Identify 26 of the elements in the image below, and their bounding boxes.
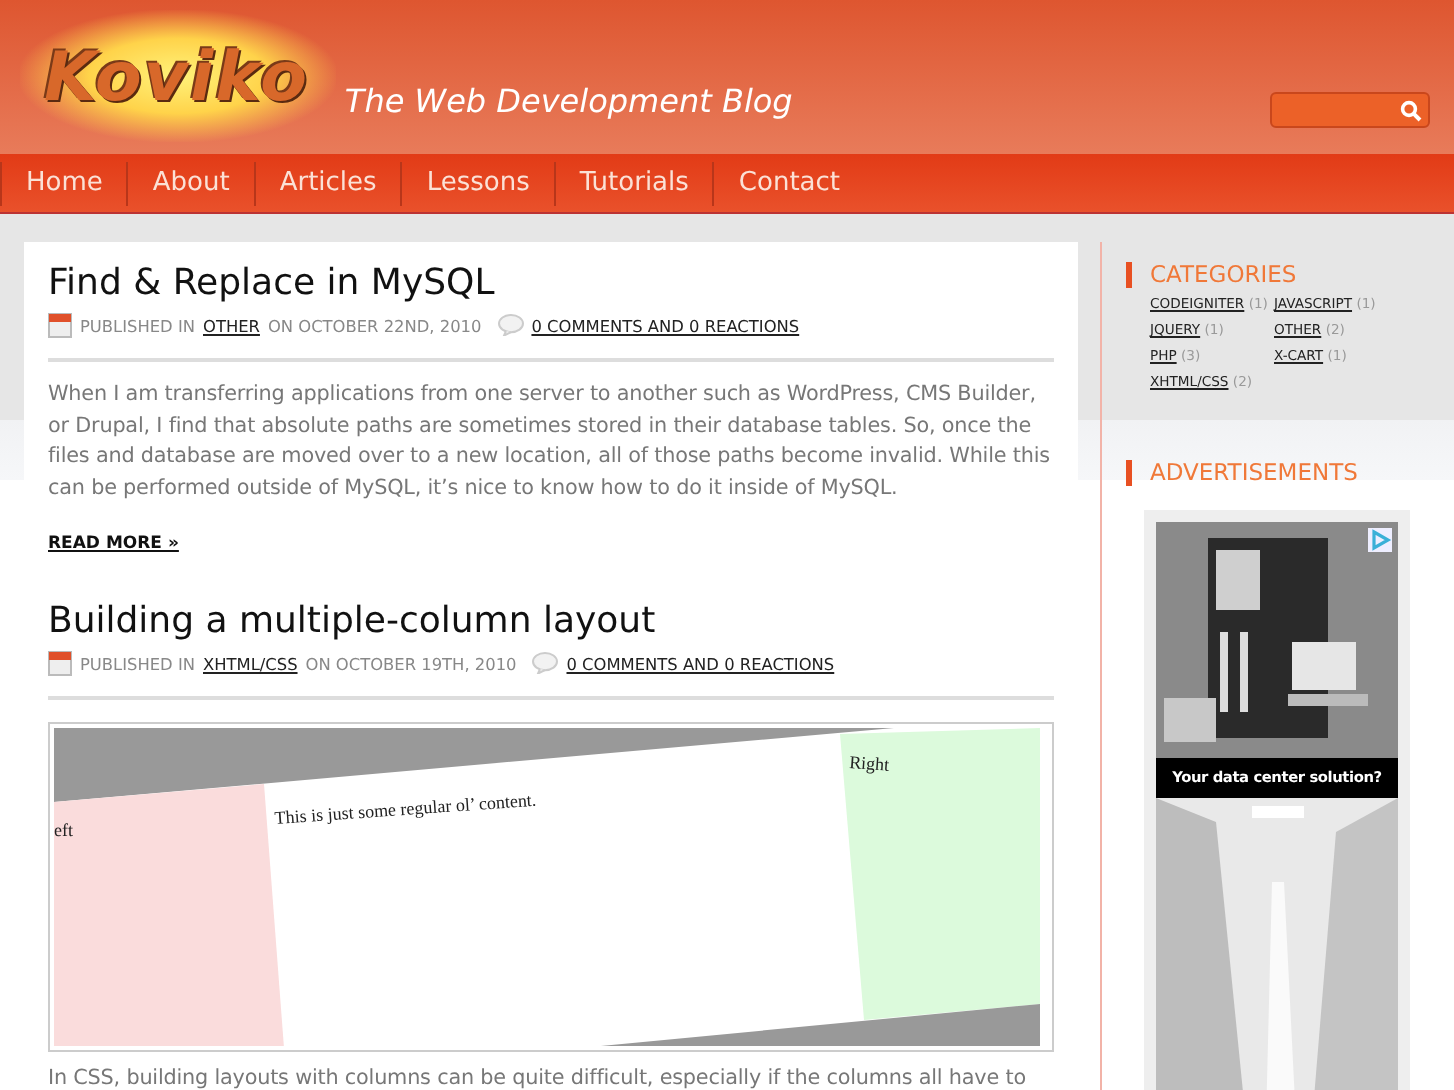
play-triangle-icon[interactable]	[1368, 528, 1392, 552]
content-label: This is just some regular ol’ content.	[274, 789, 537, 828]
widget-heading: CATEGORIES	[1126, 262, 1446, 288]
published-label: PUBLISHED IN	[80, 653, 195, 673]
calendar-icon	[48, 650, 72, 676]
column-label: Right	[848, 752, 890, 775]
site-tagline: The Web Development Blog	[344, 82, 795, 120]
speech-bubble-icon	[532, 652, 559, 674]
read-more-link[interactable]: READ MORE »	[48, 534, 179, 554]
comments-link[interactable]: 0 COMMENTS AND 0 REACTIONS	[531, 315, 800, 335]
post-title[interactable]: Find & Replace in MySQL	[48, 262, 1054, 304]
calendar-icon	[48, 312, 72, 338]
published-label: PUBLISHED IN	[80, 315, 195, 335]
category-link[interactable]: XHTML/CSS	[203, 653, 298, 673]
column-label: eft	[54, 820, 73, 840]
search-icon[interactable]	[1400, 99, 1422, 121]
post-excerpt: When I am transferring applications from one server to another such as WordPress, CMS Builder, or Drupal, I find that absolute paths are sometimes stored in their database tables. So, once the files and database are moved over to a new location, all of those paths become invalid. While this can be performed outside of MySQL, it’s nice to know how to do it inside of MySQL.	[48, 380, 1052, 503]
speech-bubble-icon	[497, 314, 524, 336]
comments-link[interactable]: 0 COMMENTS AND 0 REACTIONS	[566, 653, 835, 673]
post-date: ON OCTOBER 19TH, 2010	[305, 653, 517, 673]
post-excerpt: In CSS, building layouts with columns can be quite difficult, especially if the columns all have to	[48, 1064, 1028, 1090]
widget-heading: ADVERTISEMENTS	[1126, 460, 1446, 486]
post-title[interactable]: Building a multiple-column layout	[48, 600, 1054, 642]
post-date: ON OCTOBER 22ND, 2010	[267, 315, 482, 335]
category-link[interactable]: OTHER	[203, 315, 260, 335]
search-field[interactable]	[1270, 92, 1430, 128]
